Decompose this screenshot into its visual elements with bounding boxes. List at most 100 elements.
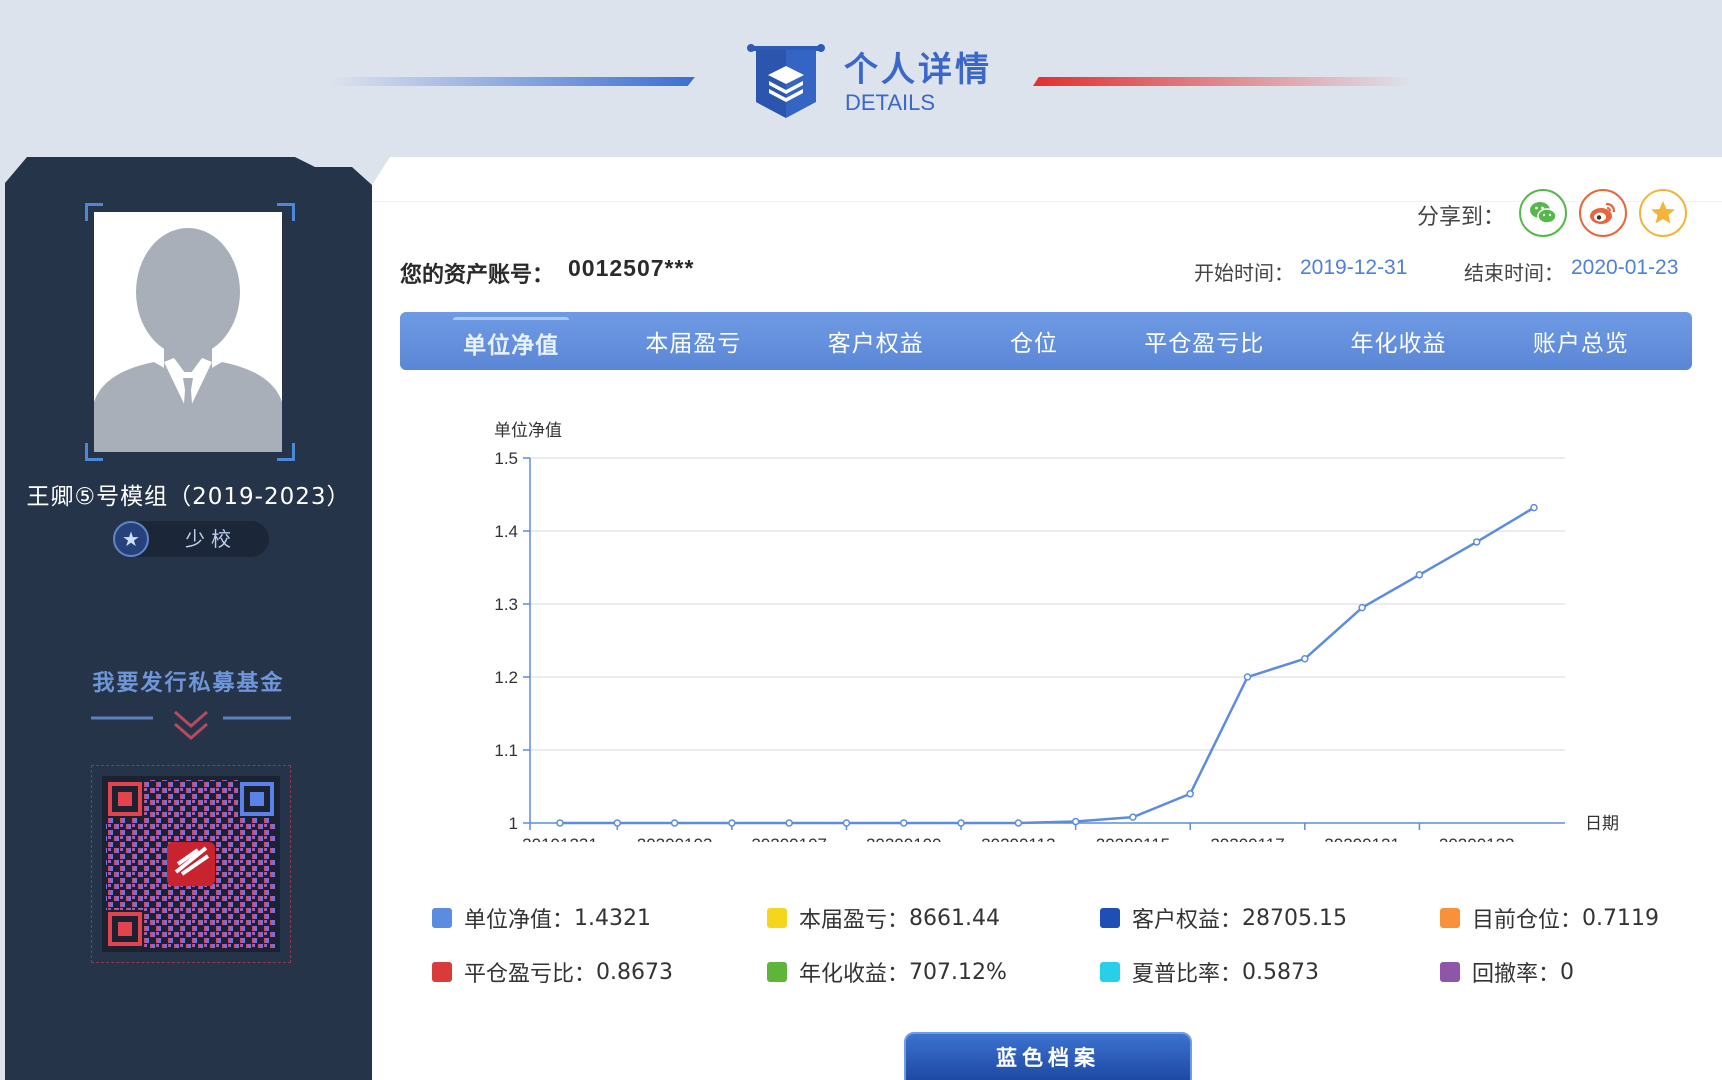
y-axis-label: 单位净值 <box>494 421 562 441</box>
data-point <box>1186 790 1194 798</box>
data-point <box>900 819 908 827</box>
x-tick-label: 20200107 <box>751 835 827 842</box>
share-favorite-button[interactable] <box>1639 189 1687 237</box>
header-left-line <box>330 77 695 86</box>
metric-label: 年化收益： <box>799 962 910 987</box>
rank-label: 少校 <box>185 527 237 551</box>
metric-label: 本届盈亏： <box>799 908 910 933</box>
tab-position[interactable]: 仓位 <box>1000 318 1068 364</box>
data-point <box>785 819 793 827</box>
y-tick-label: 1.3 <box>494 595 518 614</box>
metric-value: 1.4321 <box>574 905 651 931</box>
issue-fund-link[interactable]: 我要发行私募基金 <box>5 665 372 697</box>
metric-swatch <box>1440 908 1460 928</box>
data-point <box>670 819 679 827</box>
start-date-value: 2019-12-31 <box>1300 256 1408 279</box>
data-point <box>1243 673 1252 681</box>
star-icon <box>1651 201 1675 224</box>
user-name: 王卿⑤号模组（2019-2023） <box>26 484 351 510</box>
share-label: 分享到： <box>1417 205 1506 230</box>
data-point <box>1071 817 1080 826</box>
data-point <box>728 819 736 827</box>
data-point <box>1301 655 1309 663</box>
metric-value: 28705.15 <box>1242 905 1347 931</box>
y-tick-label: 1.4 <box>494 522 518 541</box>
tab-annual-return[interactable]: 年化收益 <box>1341 318 1457 364</box>
detail-panel: 分享到： 您的资产账号： 0012507*** 开始时间： 2019-12-31… <box>372 157 1722 1080</box>
metric-swatch <box>1100 962 1120 982</box>
metric-swatch <box>1100 908 1120 928</box>
qr-code-icon[interactable] <box>102 776 280 952</box>
metric-value: 0.5873 <box>1242 959 1319 985</box>
page-title: 个人详情 <box>844 50 992 90</box>
metric-item: 平仓盈亏比： 0.8673 <box>432 956 673 988</box>
metric-item: 单位净值： 1.4321 <box>432 902 651 934</box>
tab-season-pnl[interactable]: 本届盈亏 <box>635 318 751 364</box>
metric-label: 目前仓位： <box>1472 908 1583 933</box>
metric-tabs: 单位净值 本届盈亏 客户权益 仓位 平仓盈亏比 年化收益 账户总览 <box>400 312 1692 370</box>
start-date-label: 开始时间： <box>1194 261 1294 285</box>
x-axis-label: 日期 <box>1585 814 1619 834</box>
data-point <box>1415 571 1424 579</box>
data-point <box>1358 603 1366 612</box>
data-point <box>1530 503 1538 512</box>
data-point <box>1472 538 1481 546</box>
metric-item: 夏普比率： 0.5873 <box>1100 956 1319 988</box>
y-tick-label: 1.2 <box>494 668 518 687</box>
metric-label: 夏普比率： <box>1132 962 1243 987</box>
weibo-icon <box>1590 202 1616 224</box>
layers-icon <box>747 44 825 118</box>
metric-label: 平仓盈亏比： <box>464 962 597 987</box>
metric-value: 0 <box>1560 959 1575 985</box>
end-date-value: 2020-01-23 <box>1571 256 1679 279</box>
metric-value: 707.12% <box>909 959 1007 985</box>
metric-label: 单位净值： <box>464 908 575 933</box>
y-tick-label: 1 <box>509 814 518 833</box>
data-point <box>556 819 564 827</box>
metric-value: 0.8673 <box>596 959 673 985</box>
header-right-line <box>1033 77 1413 86</box>
data-point <box>1129 813 1137 821</box>
y-tick-label: 1.5 <box>494 449 518 468</box>
tab-account-overview[interactable]: 账户总览 <box>1523 318 1639 364</box>
metric-item: 本届盈亏： 8661.44 <box>767 902 1000 934</box>
share-wechat-button[interactable] <box>1519 189 1567 237</box>
person-silhouette-icon <box>94 212 282 452</box>
qr-code-frame <box>91 765 291 963</box>
data-point <box>1014 819 1023 827</box>
end-date-label: 结束时间： <box>1464 261 1564 285</box>
metric-swatch <box>1440 962 1460 982</box>
page-header: 个人详情 DETAILS <box>0 0 1722 160</box>
metric-item: 目前仓位： 0.7119 <box>1440 902 1659 934</box>
star-icon: ★ <box>113 521 149 557</box>
metric-value: 0.7119 <box>1582 905 1659 931</box>
metric-swatch <box>767 908 787 928</box>
metric-swatch <box>432 908 452 928</box>
x-tick-label: 20200121 <box>1324 835 1400 842</box>
metric-item: 客户权益： 28705.15 <box>1100 902 1347 934</box>
metrics-legend: 单位净值： 1.4321 本届盈亏： 8661.44 客户权益： 28705.15 目前仓位… <box>432 902 1722 1012</box>
data-point <box>957 819 965 827</box>
x-tick-label: 20200109 <box>866 835 942 842</box>
rank-badge: ★ 少校 <box>113 521 269 557</box>
avatar <box>94 212 282 452</box>
series-line <box>560 506 1535 825</box>
share-weibo-button[interactable] <box>1579 189 1627 237</box>
account-label: 您的资产账号： <box>400 263 555 288</box>
data-point <box>613 819 622 827</box>
x-tick-label: 20200103 <box>637 835 713 842</box>
metric-item: 年化收益： 707.12% <box>767 956 1007 988</box>
tab-customer-equity[interactable]: 客户权益 <box>818 318 934 364</box>
x-tick-label: 20200117 <box>1210 835 1284 842</box>
tab-unit-nav[interactable]: 单位净值 <box>453 316 570 366</box>
metric-label: 回撤率： <box>1472 962 1561 987</box>
page-subtitle: DETAILS <box>845 90 936 115</box>
account-number: 0012507*** <box>568 255 695 281</box>
profile-sidebar: 王卿⑤号模组（2019-2023） ★ 少校 我要发行私募基金 <box>5 157 372 1080</box>
tab-close-pnl-ratio[interactable]: 平仓盈亏比 <box>1134 318 1274 364</box>
y-tick-label: 1.1 <box>494 741 518 760</box>
x-tick-label: 20191231 <box>522 835 598 842</box>
metric-value: 8661.44 <box>909 905 1000 931</box>
data-point <box>842 819 851 827</box>
blue-archive-button[interactable]: 蓝色档案 <box>904 1032 1192 1080</box>
